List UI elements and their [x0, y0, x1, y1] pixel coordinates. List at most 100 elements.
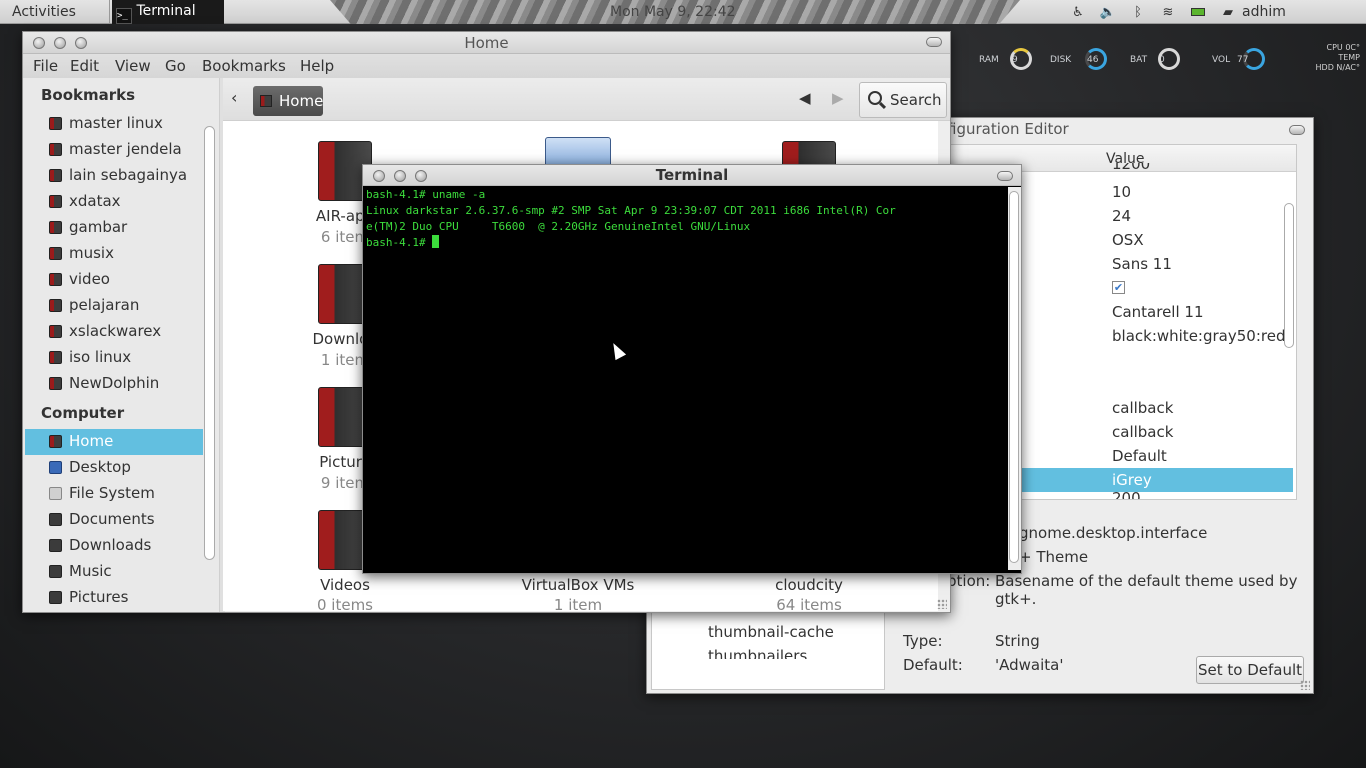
home-folder-icon [260, 95, 272, 107]
sidebar-item-file-system[interactable]: File System [25, 481, 203, 507]
minimize-button[interactable] [394, 170, 406, 182]
resize-grip[interactable] [937, 599, 947, 609]
terminal-scrollbar[interactable] [1008, 187, 1021, 570]
computer-heading: Computer [41, 404, 125, 422]
accessibility-icon[interactable]: ♿ [1070, 4, 1086, 20]
sidebar-item-desktop[interactable]: Desktop [25, 455, 203, 481]
close-button[interactable] [33, 37, 45, 49]
app-menu-label: Terminal [136, 3, 196, 19]
clock[interactable]: Mon May 9, 22:42 [610, 4, 736, 20]
battery-icon[interactable] [1190, 4, 1206, 20]
sidebar-item-documents[interactable]: Documents [25, 507, 203, 533]
wifi-icon[interactable]: ≋ [1160, 4, 1176, 20]
window-title: Home [464, 34, 509, 52]
window-title: Terminal [655, 166, 729, 184]
app-menu-terminal[interactable]: >_ Terminal [112, 0, 224, 24]
sidebar-item-musix[interactable]: musix [25, 241, 203, 267]
sidebar-item-video[interactable]: video [25, 267, 203, 293]
file-item-label[interactable]: Videos [275, 576, 415, 594]
breadcrumb-home[interactable]: Home [253, 86, 323, 116]
back-chevron-icon[interactable]: ‹ [231, 88, 237, 107]
default-value: 'Adwaita' [995, 656, 1064, 674]
sidebar-item-pelajaran[interactable]: pelajaran [25, 293, 203, 319]
sidebar-item-iso-linux[interactable]: iso linux [25, 345, 203, 371]
menu-help[interactable]: Help [300, 57, 334, 75]
sidebar-item-home[interactable]: Home [25, 429, 203, 455]
close-button[interactable] [373, 170, 385, 182]
hdd-temp: HDD N/AC° [1315, 63, 1360, 72]
location-toolbar: ‹ Home ◀ ▶ Search [223, 78, 950, 121]
sidebar-scrollbar[interactable] [204, 126, 215, 560]
downloads-folder-icon [49, 539, 62, 552]
menu-bookmarks[interactable]: Bookmarks [202, 57, 286, 75]
folder-icon [49, 117, 62, 130]
folder-icon [49, 273, 62, 286]
file-item-label[interactable]: VirtualBox VMs [508, 576, 648, 594]
shade-button[interactable] [75, 37, 87, 49]
file-item-count: 64 items [776, 596, 842, 613]
tree-item[interactable]: thumbnailers [708, 647, 807, 659]
title-bar[interactable]: Terminal [363, 165, 1021, 186]
scrollbar-thumb[interactable] [1009, 191, 1019, 563]
activities-button[interactable]: Activities [0, 0, 110, 24]
maximize-button[interactable] [1289, 125, 1305, 135]
file-item-label[interactable]: cloudcity [739, 576, 879, 594]
table-scrollbar[interactable] [1284, 203, 1294, 348]
shade-button[interactable] [415, 170, 427, 182]
temp-label: TEMP [1338, 53, 1360, 62]
home-folder-icon [49, 435, 62, 448]
maximize-button[interactable] [926, 37, 942, 47]
folder-icon [49, 143, 62, 156]
bluetooth-icon[interactable]: ᛒ [1130, 4, 1146, 20]
file-item-count: 1 item [553, 596, 603, 613]
chat-icon: ▰ [1223, 4, 1233, 20]
description-text-2: gtk+. [995, 590, 1037, 608]
bookmarks-heading: Bookmarks [41, 86, 136, 104]
sidebar-item-lain-sebagainya[interactable]: lain sebagainya [25, 163, 203, 189]
terminal-icon: >_ [116, 8, 132, 24]
description-label: ption: [947, 572, 991, 590]
sidebar-item-xslackwarex[interactable]: xslackwarex [25, 319, 203, 345]
sidebar-item-downloads[interactable]: Downloads [25, 533, 203, 559]
sidebar-item-gambar[interactable]: gambar [25, 215, 203, 241]
back-arrow-icon[interactable]: ◀ [799, 89, 811, 107]
maximize-button[interactable] [997, 171, 1013, 181]
folder-icon [49, 247, 62, 260]
file-item-count: 0 items [316, 596, 373, 613]
user-menu[interactable]: ▰ adhim [1220, 4, 1286, 20]
minimize-button[interactable] [54, 37, 66, 49]
search-button[interactable]: Search [859, 82, 947, 118]
terminal-prompt-line: bash-4.1# [366, 235, 1007, 251]
sidebar-item-newdolphin[interactable]: NewDolphin [25, 371, 203, 397]
volume-icon[interactable]: 🔈 [1100, 4, 1116, 20]
folder-icon [49, 299, 62, 312]
menu-go[interactable]: Go [165, 57, 186, 75]
sidebar-item-xdatax[interactable]: xdatax [25, 189, 203, 215]
folder-icon [49, 195, 62, 208]
sidebar-item-music[interactable]: Music [25, 559, 203, 585]
terminal-output[interactable]: bash-4.1# uname -a Linux darkstar 2.6.37.… [363, 187, 1007, 570]
menu-view[interactable]: View [115, 57, 151, 75]
sidebar-item-master-linux[interactable]: master linux [25, 111, 203, 137]
terminal-line: Linux darkstar 2.6.37.6-smp #2 SMP Sat A… [366, 204, 896, 217]
sidebar-item-master-jendela[interactable]: master jendela [25, 137, 203, 163]
title-bar[interactable]: Home [23, 32, 950, 54]
terminal-window: Terminal bash-4.1# uname -a Linux darksta… [362, 164, 1022, 574]
set-to-default-button[interactable]: Set to Default [1196, 656, 1304, 684]
sidebar-item-pictures[interactable]: Pictures [25, 585, 203, 611]
tree-item[interactable]: thumbnail-cache [708, 623, 834, 641]
forward-arrow-icon[interactable]: ▶ [832, 89, 844, 107]
desktop-icon [49, 461, 62, 474]
menu-file[interactable]: File [33, 57, 58, 75]
resize-grip[interactable] [1300, 680, 1310, 690]
vol-label: VOL [1212, 55, 1231, 65]
folder-icon [49, 221, 62, 234]
schema-name: gnome.desktop.interface [1019, 524, 1208, 542]
checkbox-checked[interactable]: ✔ [1112, 281, 1125, 294]
ram-gauge [1010, 48, 1032, 70]
pictures-folder-icon [49, 591, 62, 604]
menu-edit[interactable]: Edit [70, 57, 99, 75]
folder-icon [49, 325, 62, 338]
ram-label: RAM [979, 55, 999, 65]
vol-gauge [1243, 48, 1265, 70]
